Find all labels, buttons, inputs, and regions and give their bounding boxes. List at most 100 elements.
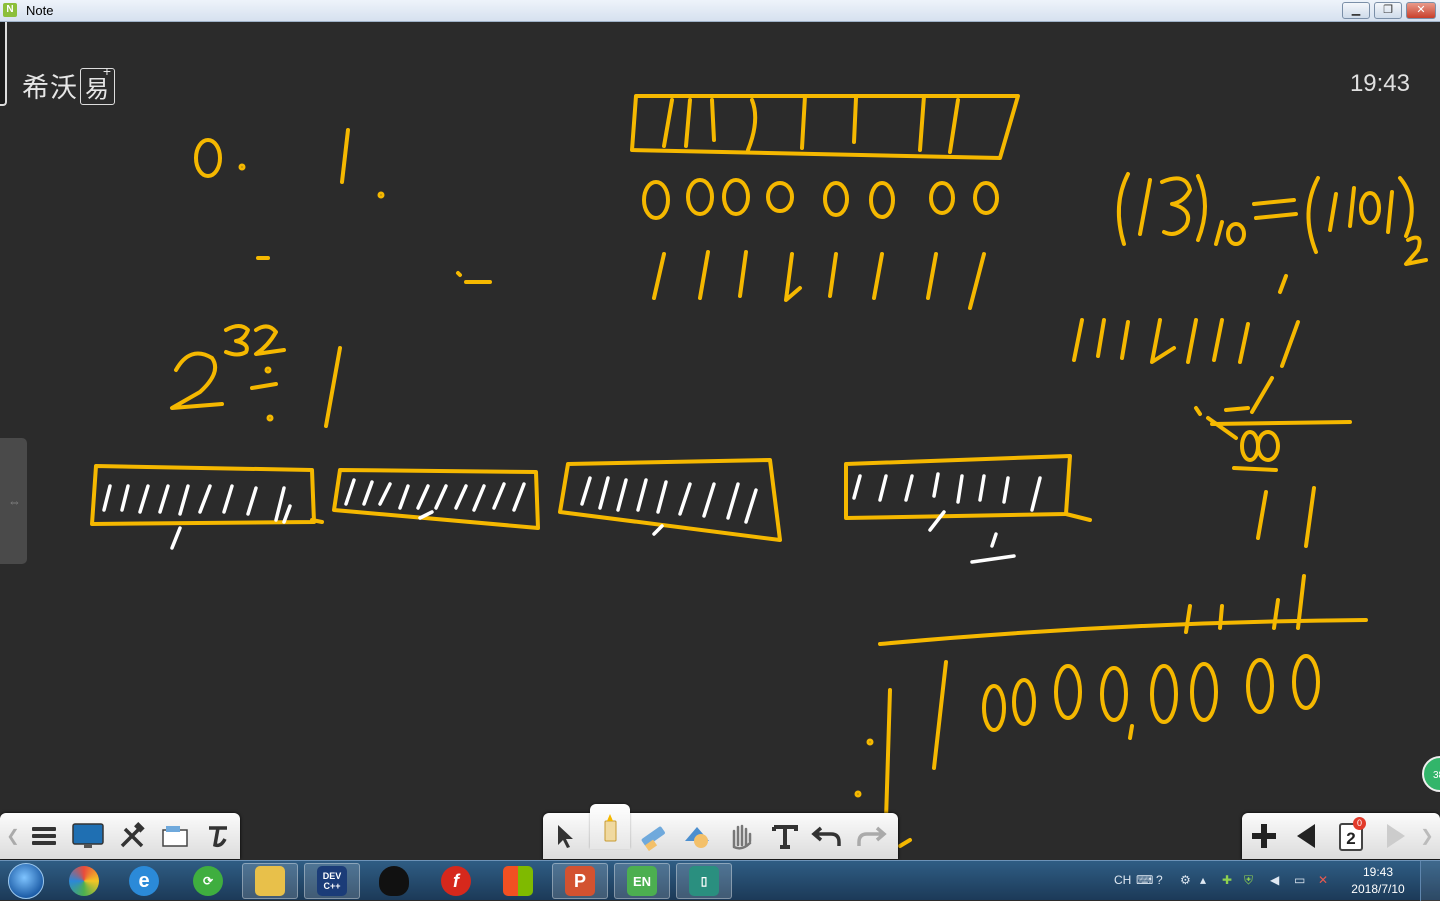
left-toolbar: ❮	[0, 813, 240, 859]
show-desktop-button[interactable]	[1420, 861, 1440, 901]
flash-icon: f	[441, 866, 471, 896]
maximize-button[interactable]: ❐	[1374, 2, 1402, 19]
text-recognition-button[interactable]	[200, 819, 236, 853]
note-app-icon: N	[3, 3, 17, 17]
tray-app-icon[interactable]: ✚	[1222, 873, 1232, 887]
windows-logo-icon	[8, 863, 44, 899]
security-shield-icon[interactable]: ⛨	[1244, 873, 1253, 888]
taskbar-app-powerpoint[interactable]: P	[552, 863, 608, 899]
ink-exponent-three	[224, 324, 250, 357]
tray-settings-icon[interactable]: ⚙	[1180, 873, 1191, 887]
eraser-icon	[641, 826, 665, 851]
maximize-icon: ❐	[1383, 4, 1393, 16]
hand-tool-button[interactable]	[723, 819, 759, 853]
help-icon[interactable]: ?	[1156, 873, 1163, 887]
ink-digit-one	[340, 128, 350, 184]
select-icon	[558, 825, 573, 848]
dev-cpp-icon: DEV C++	[317, 866, 347, 896]
logo-text: 希沃	[22, 73, 78, 103]
close-icon: ✕	[1416, 4, 1426, 16]
book-app-icon: ▯	[689, 866, 719, 896]
select-tool-button[interactable]	[547, 819, 583, 853]
tray-date[interactable]: 2018/7/10	[1340, 882, 1416, 896]
eraser-tool-button[interactable]	[635, 819, 671, 853]
tools-icon	[120, 822, 145, 848]
ie-browser-icon: e	[129, 866, 159, 896]
minimize-icon: ▁	[1351, 4, 1361, 16]
ink-dot	[238, 163, 246, 171]
ink-digit-zero	[194, 138, 222, 178]
menu-icon	[32, 827, 56, 845]
taskbar-app-devcpp[interactable]: DEV C++	[304, 863, 360, 899]
tray-expand-icon[interactable]: ▴	[1200, 873, 1206, 887]
ink-dot	[377, 191, 385, 199]
taskbar-app-qq[interactable]	[366, 863, 422, 899]
close-button[interactable]: ✕	[1406, 2, 1436, 19]
qq-icon	[379, 866, 409, 896]
window-titlebar: N Note ▁ ❐ ✕	[0, 0, 1440, 22]
volume-icon[interactable]: ◀	[1270, 873, 1279, 887]
hand-icon	[732, 824, 752, 850]
add-page-icon	[1252, 824, 1276, 848]
language-indicator[interactable]: CH	[1114, 873, 1131, 887]
next-page-icon	[1387, 824, 1405, 848]
tray-time[interactable]: 19:43	[1340, 865, 1416, 879]
handwriting-layer	[90, 94, 1428, 848]
undo-icon	[811, 826, 841, 846]
pen-icon	[604, 814, 617, 842]
redo-button[interactable]	[853, 819, 889, 853]
taskbar-app-windows[interactable]	[490, 863, 546, 899]
ink-paren	[1116, 172, 1130, 246]
taskbar-app-book[interactable]: ▯	[676, 863, 732, 899]
shape-tool-button[interactable]	[679, 819, 715, 853]
screenshot-icon	[162, 826, 188, 847]
collapse-left-icon[interactable]: ❮	[4, 819, 22, 853]
drag-handle-icon: ⇔	[8, 494, 21, 509]
notification-badge: 0	[1353, 817, 1366, 830]
ink-exponent-two	[254, 324, 286, 356]
update-app-icon: ⟳	[193, 866, 223, 896]
tools-button[interactable]	[114, 819, 150, 853]
side-drawer-handle[interactable]: ⇔	[0, 438, 27, 564]
taskbar-app-explorer[interactable]	[242, 863, 298, 899]
photo-app-icon	[69, 866, 99, 896]
whiteboard-canvas[interactable]: 希沃易 + 19:43	[0, 22, 1440, 860]
keyboard-icon[interactable]: ⌨	[1136, 873, 1153, 887]
taskbar-app-update[interactable]: ⟳	[180, 863, 236, 899]
redo-icon	[857, 826, 887, 846]
ink-byte-dividers	[662, 94, 960, 154]
logo-mark: 易 +	[80, 63, 115, 105]
network-icon[interactable]: ▭	[1294, 873, 1305, 887]
start-button[interactable]	[4, 862, 48, 900]
power-icon[interactable]: ✕	[1318, 873, 1328, 887]
taskbar-app-easinote[interactable]: EN	[614, 863, 670, 899]
taskbar-app-flash[interactable]: f	[428, 863, 484, 899]
left-edge-strip	[0, 22, 7, 106]
menu-button[interactable]	[26, 819, 62, 853]
prev-page-icon	[1297, 824, 1315, 848]
taskbar-app-ie[interactable]: e	[116, 863, 172, 899]
center-toolbar	[543, 804, 898, 859]
undo-button[interactable]	[809, 819, 845, 853]
screenshot-button[interactable]	[157, 819, 193, 853]
text-tool-button[interactable]	[767, 819, 803, 853]
taskbar-app-photo[interactable]	[56, 863, 112, 899]
windows-taskbar: e ⟳ DEV C++ f P EN ▯ CH ⌨ ? ⚙ ▴ ✚ ⛨ ◀ ▭ …	[0, 860, 1440, 901]
powerpoint-icon: P	[565, 866, 595, 896]
seewo-logo: 希沃易 +	[22, 63, 115, 105]
desktop-icon	[72, 823, 104, 848]
prev-page-button[interactable]	[1288, 819, 1324, 853]
desktop-button[interactable]	[70, 819, 106, 853]
window-title: Note	[26, 3, 54, 18]
minimize-button[interactable]: ▁	[1342, 2, 1370, 19]
system-tray: CH ⌨ ? ⚙ ▴ ✚ ⛨ ◀ ▭ ✕	[1108, 861, 1338, 901]
next-page-button[interactable]	[1378, 819, 1414, 853]
add-page-button[interactable]	[1246, 819, 1282, 853]
easinote-icon: EN	[627, 866, 657, 896]
collapse-right-icon[interactable]: ❯	[1418, 819, 1436, 853]
ink-digit-one	[324, 346, 342, 428]
ink-equals	[1252, 198, 1298, 220]
windows-app-icon	[503, 866, 533, 896]
ink-dash	[456, 271, 492, 284]
pen-tool-button[interactable]	[592, 811, 628, 845]
